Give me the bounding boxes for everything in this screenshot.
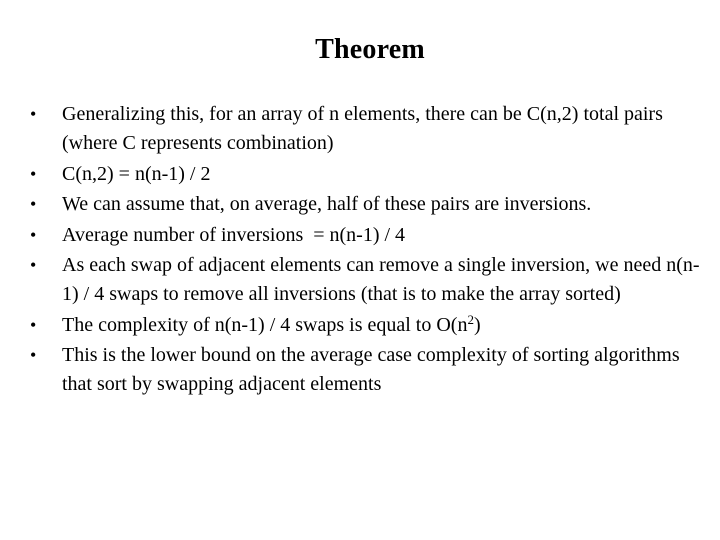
bullet-item: • C(n,2) = n(n-1) / 2 — [30, 160, 700, 189]
bullet-icon: • — [30, 163, 37, 184]
bullet-item: • Average number of inversions = n(n-1) … — [30, 221, 700, 250]
bullet-icon: • — [30, 224, 37, 245]
bullet-icon: • — [30, 104, 37, 124]
slide-title: Theorem — [315, 34, 425, 65]
bullet-icon: • — [30, 314, 37, 335]
bullet-item: • This is the lower bound on the average… — [30, 341, 700, 399]
bullet-text: Average number of inversions = n(n-1) / … — [62, 223, 406, 246]
bullet-icon: • — [30, 255, 37, 275]
bullet-icon: • — [30, 194, 37, 214]
bullet-list: • Generalizing this, for an array of n e… — [30, 100, 700, 401]
bullet-item: • We can assume that, on average, half o… — [30, 190, 700, 219]
bullet-text: As each swap of adjacent elements can re… — [62, 254, 700, 305]
bullet-item: • As each swap of adjacent elements can … — [30, 251, 700, 309]
bullet-text-complexity: The complexity of n(n-1) / 4 swaps is eq… — [62, 313, 481, 336]
slide: Theorem • Generalizing this, for an arra… — [0, 0, 720, 540]
bullet-text: We can assume that, on average, half of … — [62, 193, 592, 215]
bullet-text: This is the lower bound on the average c… — [62, 344, 680, 395]
bullet-item: • Generalizing this, for an array of n e… — [30, 100, 700, 158]
bullet-item: • The complexity of n(n-1) / 4 swaps is … — [30, 311, 700, 340]
bullet-icon: • — [30, 345, 37, 365]
bullet-text: Generalizing this, for an array of n ele… — [62, 103, 663, 154]
bullet-text-after: ) — [473, 313, 481, 336]
bullet-text: C(n,2) = n(n-1) / 2 — [62, 162, 211, 185]
bullet-text-before: The complexity of n(n-1) / 4 swaps is eq… — [62, 313, 468, 336]
